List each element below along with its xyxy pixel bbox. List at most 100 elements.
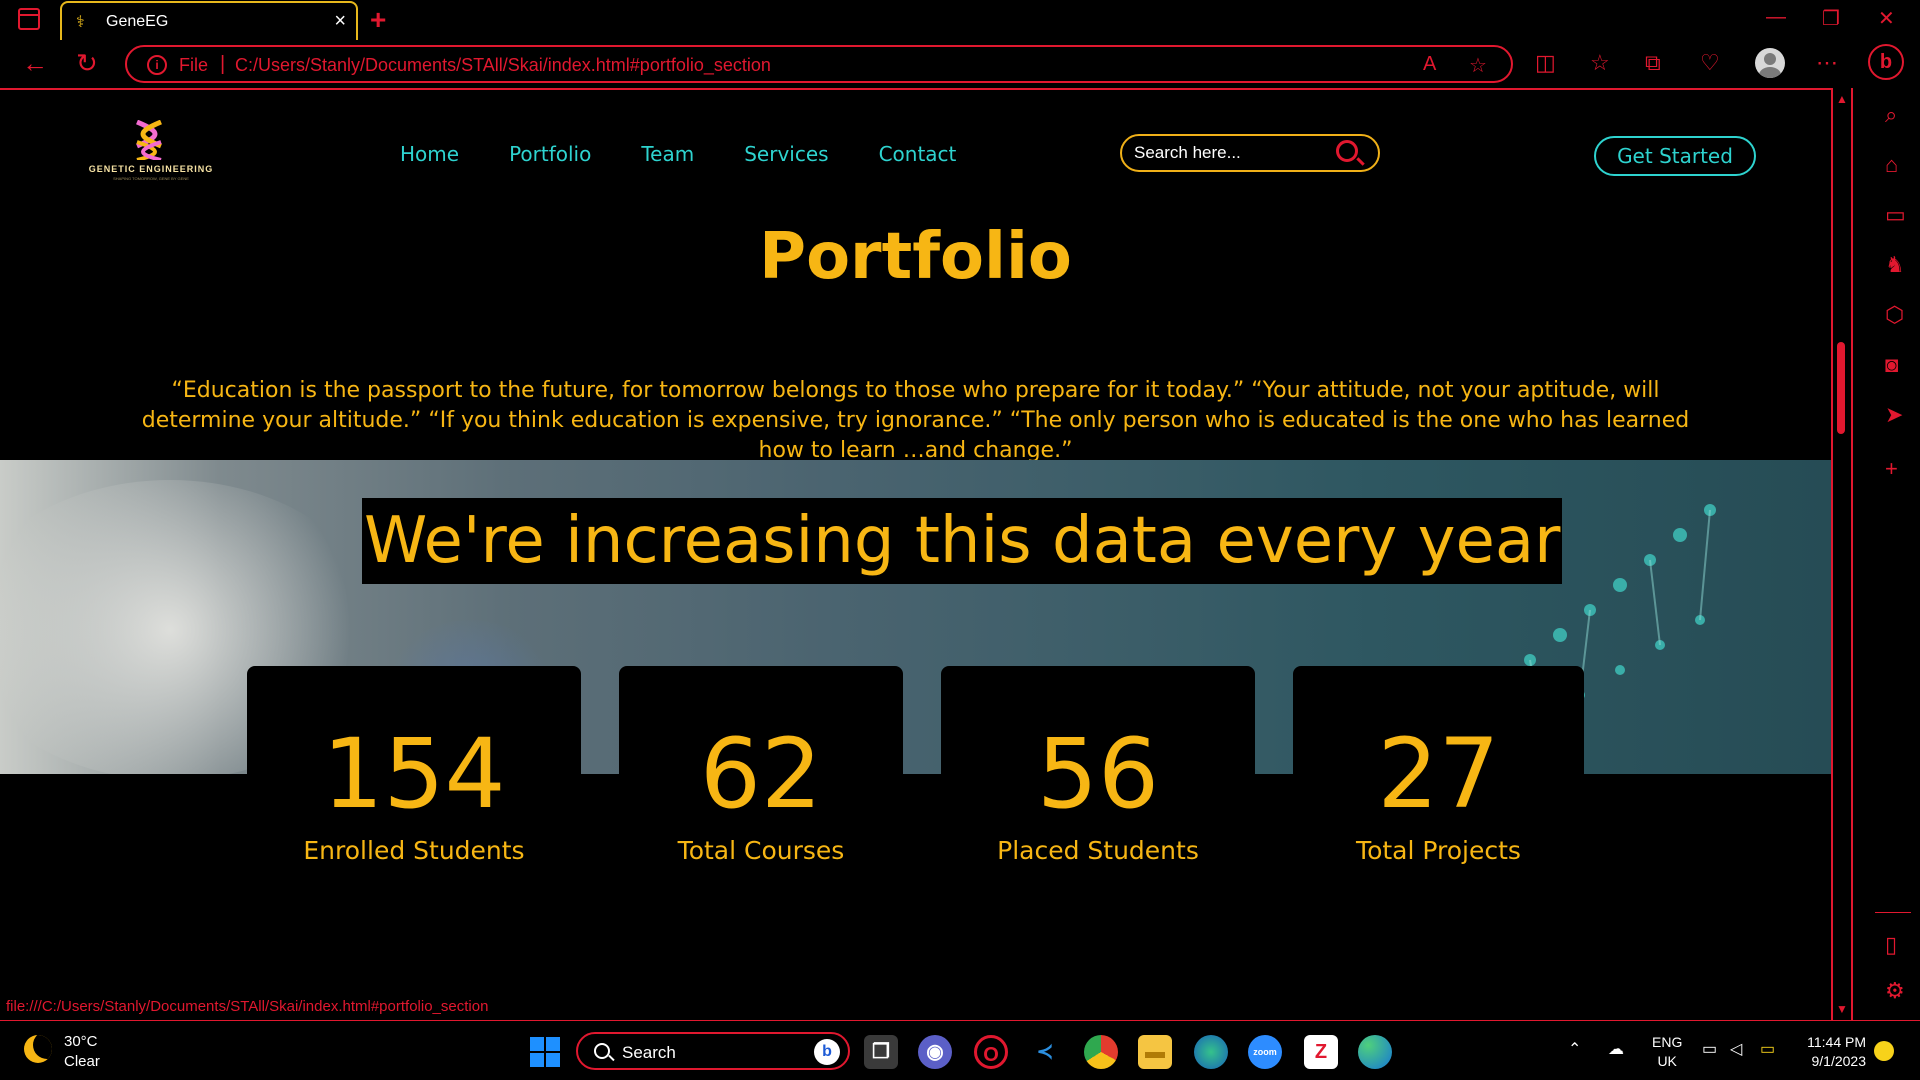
drop-send-icon[interactable]: ➤ [1885,402,1903,428]
nav-portfolio[interactable]: Portfolio [509,142,591,166]
opera-icon[interactable]: O [974,1035,1008,1069]
tools-briefcase-icon[interactable]: ▭ [1885,202,1906,228]
scroll-up-arrow-icon[interactable]: ▲ [1836,92,1848,106]
favorite-star-icon[interactable]: ☆ [1469,53,1487,78]
logo-text: GENETIC ENGINEERING [88,164,214,174]
search-sidebar-icon[interactable]: ⌕ [1885,102,1897,128]
back-icon[interactable]: ← [22,48,48,79]
address-url[interactable]: C:/Users/Stanly/Documents/STAll/Skai/ind… [235,55,771,76]
sidebar-settings-gear-icon[interactable]: ⚙ [1885,978,1905,1004]
new-tab-icon[interactable]: + [370,4,386,36]
address-bar[interactable]: i File | C:/Users/Stanly/Documents/STAll… [125,45,1513,83]
nav-contact[interactable]: Contact [879,142,957,166]
tab-strip: ⚕ GeneEG × + — ❐ ✕ [0,0,1920,40]
edge-sidebar: ⌕ ⌂ ▭ ♞ ⬡ ◙ ➤ + ▯ ⚙ [1851,88,1920,1020]
system-clock[interactable]: 11:44 PM 9/1/2023 [1800,1033,1866,1071]
stat-card-enrolled: 154 Enrolled Students [247,666,581,926]
clock-date: 9/1/2023 [1811,1053,1867,1069]
moon-weather-icon[interactable] [24,1035,52,1063]
windows-taskbar: 30°C Clear Search b ❐ ◉ O ≺ ▬ zoom Z ⌃ ☁… [0,1020,1920,1080]
stat-label: Total Courses [677,836,845,865]
web-viewport: GENETIC ENGINEERING SHAPING TOMORROW, GE… [0,88,1831,1020]
weather-condition[interactable]: Clear [64,1053,100,1070]
split-screen-icon[interactable]: ◫ [1535,50,1556,76]
keyboard-layout: UK [1657,1053,1677,1069]
stat-value: 27 [1377,718,1500,830]
chrome-icon[interactable] [1084,1035,1118,1069]
collections-icon[interactable]: ⧉ [1645,50,1661,76]
outlook-icon[interactable]: ◙ [1885,352,1898,378]
filezilla-icon[interactable]: Z [1304,1035,1338,1069]
sidebar-divider [1875,912,1911,913]
more-menu-icon[interactable]: ⋯ [1816,50,1838,76]
tab-title: GeneEG [106,13,169,30]
bing-icon[interactable]: b [814,1039,840,1065]
battery-charging-icon[interactable]: ▭ [1760,1039,1775,1059]
close-window-icon[interactable]: ✕ [1878,6,1895,31]
file-explorer-icon[interactable]: ▬ [1138,1035,1172,1069]
shopping-tag-icon[interactable]: ⌂ [1885,152,1898,178]
site-nav: Home Portfolio Team Services Contact [400,142,1006,166]
scrollbar-thumb[interactable] [1837,342,1845,434]
stat-label: Placed Students [997,836,1199,865]
address-separator: | [220,53,226,75]
minimize-icon[interactable]: — [1766,6,1786,29]
nav-services[interactable]: Services [744,142,828,166]
stat-value: 62 [699,718,823,830]
browser-toolbar: ← ↻ i File | C:/Users/Stanly/Documents/S… [0,40,1920,88]
stat-card-placed: 56 Placed Students [941,666,1255,926]
language-code: ENG [1652,1034,1683,1050]
taskbar-search[interactable]: Search b [576,1032,850,1070]
dna-logo-icon [136,120,162,160]
microsoft-365-icon[interactable]: ⬡ [1885,302,1904,328]
search-icon [594,1043,610,1059]
nav-home[interactable]: Home [400,142,459,166]
windows-start-icon[interactable] [530,1037,560,1067]
network-icon[interactable]: ▭ [1702,1039,1717,1059]
page-title: Portfolio [759,220,1072,294]
education-quote: “Education is the passport to the future… [141,378,1690,463]
hide-sidebar-icon[interactable]: ▯ [1885,932,1897,958]
vscode-icon[interactable]: ≺ [1028,1035,1062,1069]
search-input[interactable] [1134,142,1334,164]
logo-tagline: SHAPING TOMORROW, GENE BY GENE [113,176,189,181]
notification-icon[interactable] [1874,1041,1894,1061]
edge-icon[interactable] [1358,1035,1392,1069]
restore-icon[interactable]: ❐ [1822,6,1840,31]
bing-copilot-icon[interactable]: b [1868,44,1904,80]
weather-temperature[interactable]: 30°C [64,1033,98,1050]
dna-favicon-icon: ⚕ [76,14,85,31]
language-indicator[interactable]: ENG UK [1652,1033,1682,1071]
scrollbar-track[interactable] [1831,88,1833,1020]
search-icon[interactable] [1336,140,1358,162]
tab-actions-icon[interactable] [18,8,40,30]
get-started-button[interactable]: Get Started [1594,136,1756,176]
edge-beta-icon[interactable] [1194,1035,1228,1069]
stat-value: 56 [1036,718,1160,830]
address-scheme: File [179,55,209,75]
close-tab-icon[interactable]: × [334,10,346,33]
add-sidebar-app-icon[interactable]: + [1885,456,1898,482]
read-aloud-icon[interactable]: A [1423,53,1436,76]
games-icon[interactable]: ♞ [1885,252,1905,278]
status-bar-url: file:///C:/Users/Stanly/Documents/STAll/… [6,998,489,1015]
browser-essentials-icon[interactable]: ♡ [1700,50,1720,76]
volume-icon[interactable]: ◁ [1730,1039,1742,1059]
task-view-icon[interactable]: ❐ [864,1035,898,1069]
refresh-icon[interactable]: ↻ [76,48,98,79]
taskbar-search-label: Search [622,1043,676,1062]
info-icon[interactable]: i [147,55,167,75]
scroll-down-arrow-icon[interactable]: ▼ [1836,1002,1848,1016]
zoom-icon[interactable]: zoom [1248,1035,1282,1069]
site-search [1120,134,1380,172]
stat-value: 154 [322,718,506,830]
favorites-icon[interactable]: ☆ [1590,50,1610,76]
teams-chat-icon[interactable]: ◉ [918,1035,952,1069]
clock-time: 11:44 PM [1807,1034,1866,1050]
onedrive-cloud-icon[interactable]: ☁ [1608,1039,1624,1059]
profile-avatar[interactable] [1755,48,1785,78]
site-logo[interactable]: GENETIC ENGINEERING SHAPING TOMORROW, GE… [76,120,226,181]
nav-team[interactable]: Team [641,142,694,166]
show-hidden-icons-chevron-icon[interactable]: ⌃ [1568,1039,1581,1059]
browser-tab[interactable]: ⚕ GeneEG × [60,1,358,40]
